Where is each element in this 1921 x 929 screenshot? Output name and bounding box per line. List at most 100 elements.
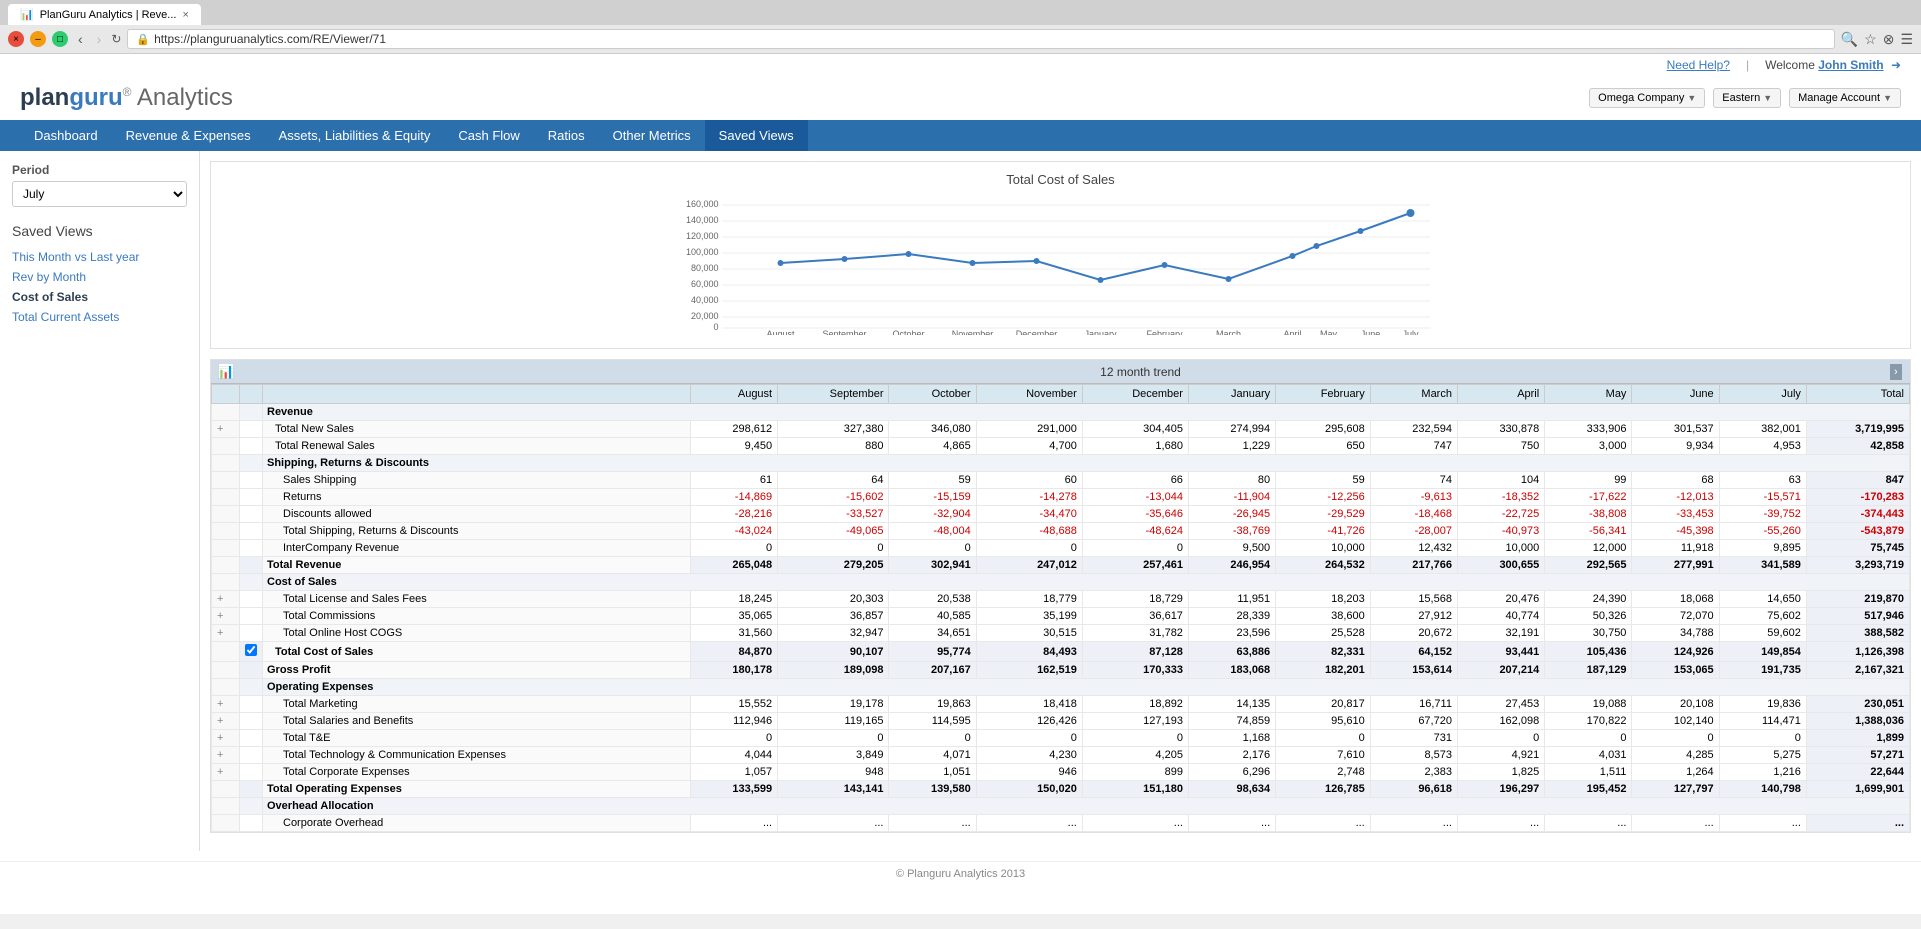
nav-saved-views[interactable]: Saved Views (705, 120, 808, 151)
logo-guru: guru (69, 84, 122, 111)
cell-value: -34,470 (976, 506, 1082, 523)
close-icon[interactable]: × (182, 9, 188, 21)
cell-value: 61 (690, 472, 777, 489)
search-button[interactable]: 🔍 (1841, 31, 1858, 48)
stop-button[interactable]: ⊗ (1883, 31, 1895, 48)
main-content: Total Cost of Sales 160,000 140,000 120,… (200, 151, 1921, 851)
window-close-button[interactable]: × (8, 31, 24, 47)
expand-cell[interactable]: + (212, 713, 240, 730)
cell-value: 182,201 (1276, 662, 1371, 679)
table-row: Total Cost of Sales84,87090,10795,77484,… (212, 642, 1910, 662)
nav-assets[interactable]: Assets, Liabilities & Equity (265, 120, 445, 151)
checkbox-cell[interactable] (240, 642, 263, 662)
cell-value: 4,044 (690, 747, 777, 764)
saved-view-rev-by-month[interactable]: Rev by Month (12, 267, 187, 287)
table-row: +Total Corporate Expenses1,0579481,05194… (212, 764, 1910, 781)
saved-view-cost-of-sales[interactable]: Cost of Sales (12, 287, 187, 307)
expand-cell[interactable]: + (212, 625, 240, 642)
cell-value: -12,256 (1276, 489, 1371, 506)
menu-button[interactable]: ☰ (1900, 31, 1913, 48)
svg-text:January: January (1084, 329, 1117, 335)
checkbox-cell (240, 523, 263, 540)
logout-icon[interactable]: ➜ (1891, 58, 1901, 72)
cell-value: -28,007 (1370, 523, 1457, 540)
cell-value: 196,297 (1457, 781, 1544, 798)
window-minimize-button[interactable]: – (30, 31, 46, 47)
chart-bar-icon[interactable]: 📊 (217, 363, 234, 380)
row-label: Total New Sales (263, 421, 691, 438)
expand-cell (212, 472, 240, 489)
th-label (263, 385, 691, 404)
nav-other-metrics[interactable]: Other Metrics (599, 120, 705, 151)
cell-value: 140,798 (1719, 781, 1806, 798)
cell-value: 18,245 (690, 591, 777, 608)
region-selector-button[interactable]: Eastern ▼ (1713, 88, 1781, 108)
cell-value: 300,655 (1457, 557, 1544, 574)
data-table: August September October November Decemb… (211, 384, 1910, 832)
cell-value: 11,918 (1632, 540, 1719, 557)
cell-value: 0 (1276, 730, 1371, 747)
cell-value: 291,000 (976, 421, 1082, 438)
cell-value: -15,571 (1719, 489, 1806, 506)
cell-value: 12,000 (1545, 540, 1632, 557)
chevron-down-icon: ▼ (1763, 93, 1772, 103)
bookmark-button[interactable]: ☆ (1864, 31, 1877, 48)
back-button[interactable]: ‹ (74, 31, 87, 47)
window-maximize-button[interactable]: □ (52, 31, 68, 47)
row-checkbox[interactable] (245, 644, 257, 656)
table-row: Revenue (212, 404, 1910, 421)
table-row: Total Revenue265,048279,205302,941247,01… (212, 557, 1910, 574)
saved-view-this-month[interactable]: This Month vs Last year (12, 247, 187, 267)
saved-views-heading: Saved Views (12, 223, 187, 239)
manage-account-button[interactable]: Manage Account ▼ (1789, 88, 1901, 108)
expand-cell (212, 523, 240, 540)
period-select[interactable]: July June May (12, 181, 187, 207)
saved-view-total-current-assets[interactable]: Total Current Assets (12, 307, 187, 327)
cell-value: 114,595 (889, 713, 976, 730)
chevron-down-icon: ▼ (1687, 93, 1696, 103)
address-bar[interactable]: 🔒 https://planguruanalytics.com/RE/Viewe… (127, 29, 1834, 49)
cell-value: 11,951 (1188, 591, 1275, 608)
cell-value: 104 (1457, 472, 1544, 489)
cell-value: 126,785 (1276, 781, 1371, 798)
cell-value: ... (1545, 815, 1632, 832)
browser-tab[interactable]: 📊 PlanGuru Analytics | Reve... × (8, 4, 201, 25)
cell-value: 15,552 (690, 696, 777, 713)
row-label: Gross Profit (263, 662, 691, 679)
expand-cell[interactable]: + (212, 730, 240, 747)
cell-value: 880 (778, 438, 889, 455)
svg-text:May: May (1320, 329, 1338, 335)
cell-value: 133,599 (690, 781, 777, 798)
refresh-button[interactable]: ↻ (111, 32, 121, 46)
nav-ratios[interactable]: Ratios (534, 120, 599, 151)
expand-cell[interactable]: + (212, 764, 240, 781)
cell-value: 1,699,901 (1806, 781, 1909, 798)
th-october: October (889, 385, 976, 404)
expand-cell[interactable]: + (212, 421, 240, 438)
scroll-right-button[interactable]: › (1890, 364, 1902, 380)
cell-value: ... (976, 815, 1082, 832)
cell-value: 230,051 (1806, 696, 1909, 713)
company-selector-button[interactable]: Omega Company ▼ (1589, 88, 1705, 108)
cell-value: 22,644 (1806, 764, 1909, 781)
expand-cell[interactable]: + (212, 696, 240, 713)
forward-button[interactable]: › (93, 31, 106, 47)
need-help-link[interactable]: Need Help? (1667, 58, 1730, 72)
expand-cell (212, 798, 240, 815)
chart-svg: 160,000 140,000 120,000 100,000 80,000 6… (221, 195, 1900, 335)
nav-cashflow[interactable]: Cash Flow (444, 120, 533, 151)
nav-dashboard[interactable]: Dashboard (20, 120, 112, 151)
user-name-link[interactable]: John Smith (1818, 58, 1883, 72)
tab-favicon: 📊 (20, 8, 34, 21)
table-row: +Total License and Sales Fees18,24520,30… (212, 591, 1910, 608)
row-label: Corporate Overhead (263, 815, 691, 832)
cell-value: 114,471 (1719, 713, 1806, 730)
nav-revenue-expenses[interactable]: Revenue & Expenses (112, 120, 265, 151)
expand-cell[interactable]: + (212, 608, 240, 625)
expand-cell[interactable]: + (212, 591, 240, 608)
cell-value: 99 (1545, 472, 1632, 489)
cell-value: -543,879 (1806, 523, 1909, 540)
expand-cell[interactable]: + (212, 747, 240, 764)
copyright-text: © Planguru Analytics 2013 (896, 868, 1025, 880)
chevron-down-icon: ▼ (1883, 93, 1892, 103)
